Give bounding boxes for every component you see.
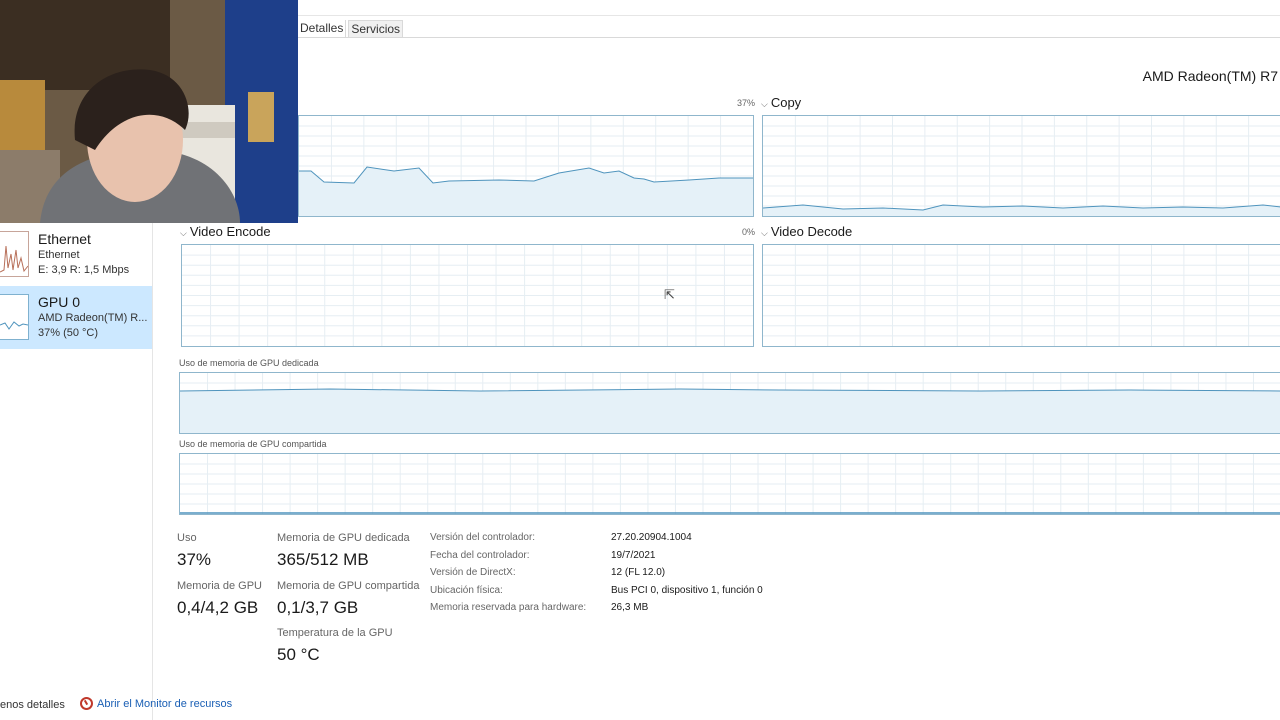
reserved-memory-value: 26,3 MB <box>611 602 649 613</box>
shared-memory-stat-label: Memoria de GPU compartida <box>277 580 420 592</box>
usage-label: Uso <box>177 532 197 544</box>
sidebar-item-title: Ethernet <box>38 231 91 247</box>
engine-3d-percent: 37% <box>737 98 756 108</box>
shared-memory-value: 0,1/3,7 GB <box>277 598 359 617</box>
webcam-overlay <box>0 0 298 223</box>
reserved-memory-key: Memoria reservada para hardware: <box>430 602 587 613</box>
sidebar-item-detail: 37% (50 °C) <box>38 327 99 339</box>
tab-divider <box>298 37 1280 38</box>
resource-monitor-label: Abrir el Monitor de recursos <box>97 697 233 710</box>
resource-monitor-icon <box>80 697 93 710</box>
temperature-value: 50 °C <box>277 645 320 664</box>
mouse-cursor-icon: ⇱ <box>664 287 675 302</box>
driver-version-key: Versión del controlador: <box>430 532 536 543</box>
sidebar-item-detail: E: 3,9 R: 1,5 Mbps <box>38 264 130 276</box>
physical-location-value: Bus PCI 0, dispositivo 1, función 0 <box>611 585 763 596</box>
gpu-memory-label: Memoria de GPU <box>177 580 262 592</box>
ethernet-thumbnail <box>0 231 29 277</box>
sidebar-item-subtitle: AMD Radeon(TM) R... <box>38 312 148 324</box>
directx-version-key: Versión de DirectX: <box>430 567 516 578</box>
chevron-down-icon: ⌵ <box>761 228 768 238</box>
sidebar-item-gpu0[interactable]: GPU 0 AMD Radeon(TM) R... 37% (50 °C) <box>0 286 152 349</box>
sidebar-item-ethernet[interactable]: Ethernet Ethernet E: 3,9 R: 1,5 Mbps <box>0 223 152 286</box>
video-encode-percent: 0% <box>742 227 756 237</box>
gpu-memory-value: 0,4/4,2 GB <box>177 598 259 617</box>
dedicated-memory-value: 365/512 MB <box>277 550 369 569</box>
graph-grid <box>180 454 1280 514</box>
gpu-thumbnail <box>0 294 29 340</box>
chevron-down-icon: ⌵ <box>180 228 187 238</box>
usage-value: 37% <box>177 550 212 569</box>
copy-label[interactable]: ⌵ Copy <box>761 95 801 110</box>
dedicated-memory-graph[interactable] <box>179 372 1280 434</box>
dedicated-memory-label: Uso de memoria de GPU dedicada <box>179 358 319 368</box>
resource-monitor-link[interactable]: Abrir el Monitor de recursos <box>80 697 232 710</box>
directx-version-value: 12 (FL 12.0) <box>611 567 666 578</box>
driver-version-value: 27.20.20904.1004 <box>611 532 692 543</box>
tab-details[interactable]: Detalles <box>298 20 347 37</box>
chevron-down-icon: ⌵ <box>761 99 768 109</box>
physical-location-key: Ubicación física: <box>430 585 503 596</box>
shared-memory-graph[interactable] <box>179 453 1280 515</box>
fewer-details-link[interactable]: enos detalles <box>0 699 65 711</box>
engine-3d-graph[interactable] <box>298 115 754 217</box>
tab-services[interactable]: Servicios <box>348 20 404 37</box>
video-decode-label[interactable]: ⌵ Video Decode <box>761 224 852 239</box>
driver-date-key: Fecha del controlador: <box>430 550 530 561</box>
temperature-label: Temperatura de la GPU <box>277 627 393 639</box>
driver-date-value: 19/7/2021 <box>611 550 656 561</box>
shared-memory-label: Uso de memoria de GPU compartida <box>179 439 327 449</box>
video-encode-label[interactable]: ⌵ Video Encode <box>180 224 271 239</box>
graph-grid <box>763 245 1280 346</box>
tab-bar: Detalles Servicios <box>298 20 405 37</box>
sidebar-item-title: GPU 0 <box>38 294 81 310</box>
graph-grid <box>763 116 1280 216</box>
sidebar-item-subtitle: Ethernet <box>38 249 80 261</box>
gpu-name: AMD Radeon(TM) R7 <box>1142 68 1278 84</box>
copy-graph[interactable] <box>762 115 1280 217</box>
dedicated-memory-stat-label: Memoria de GPU dedicada <box>277 532 410 544</box>
sidebar: Ethernet Ethernet E: 3,9 R: 1,5 Mbps GPU… <box>0 223 153 720</box>
video-decode-graph[interactable] <box>762 244 1280 347</box>
